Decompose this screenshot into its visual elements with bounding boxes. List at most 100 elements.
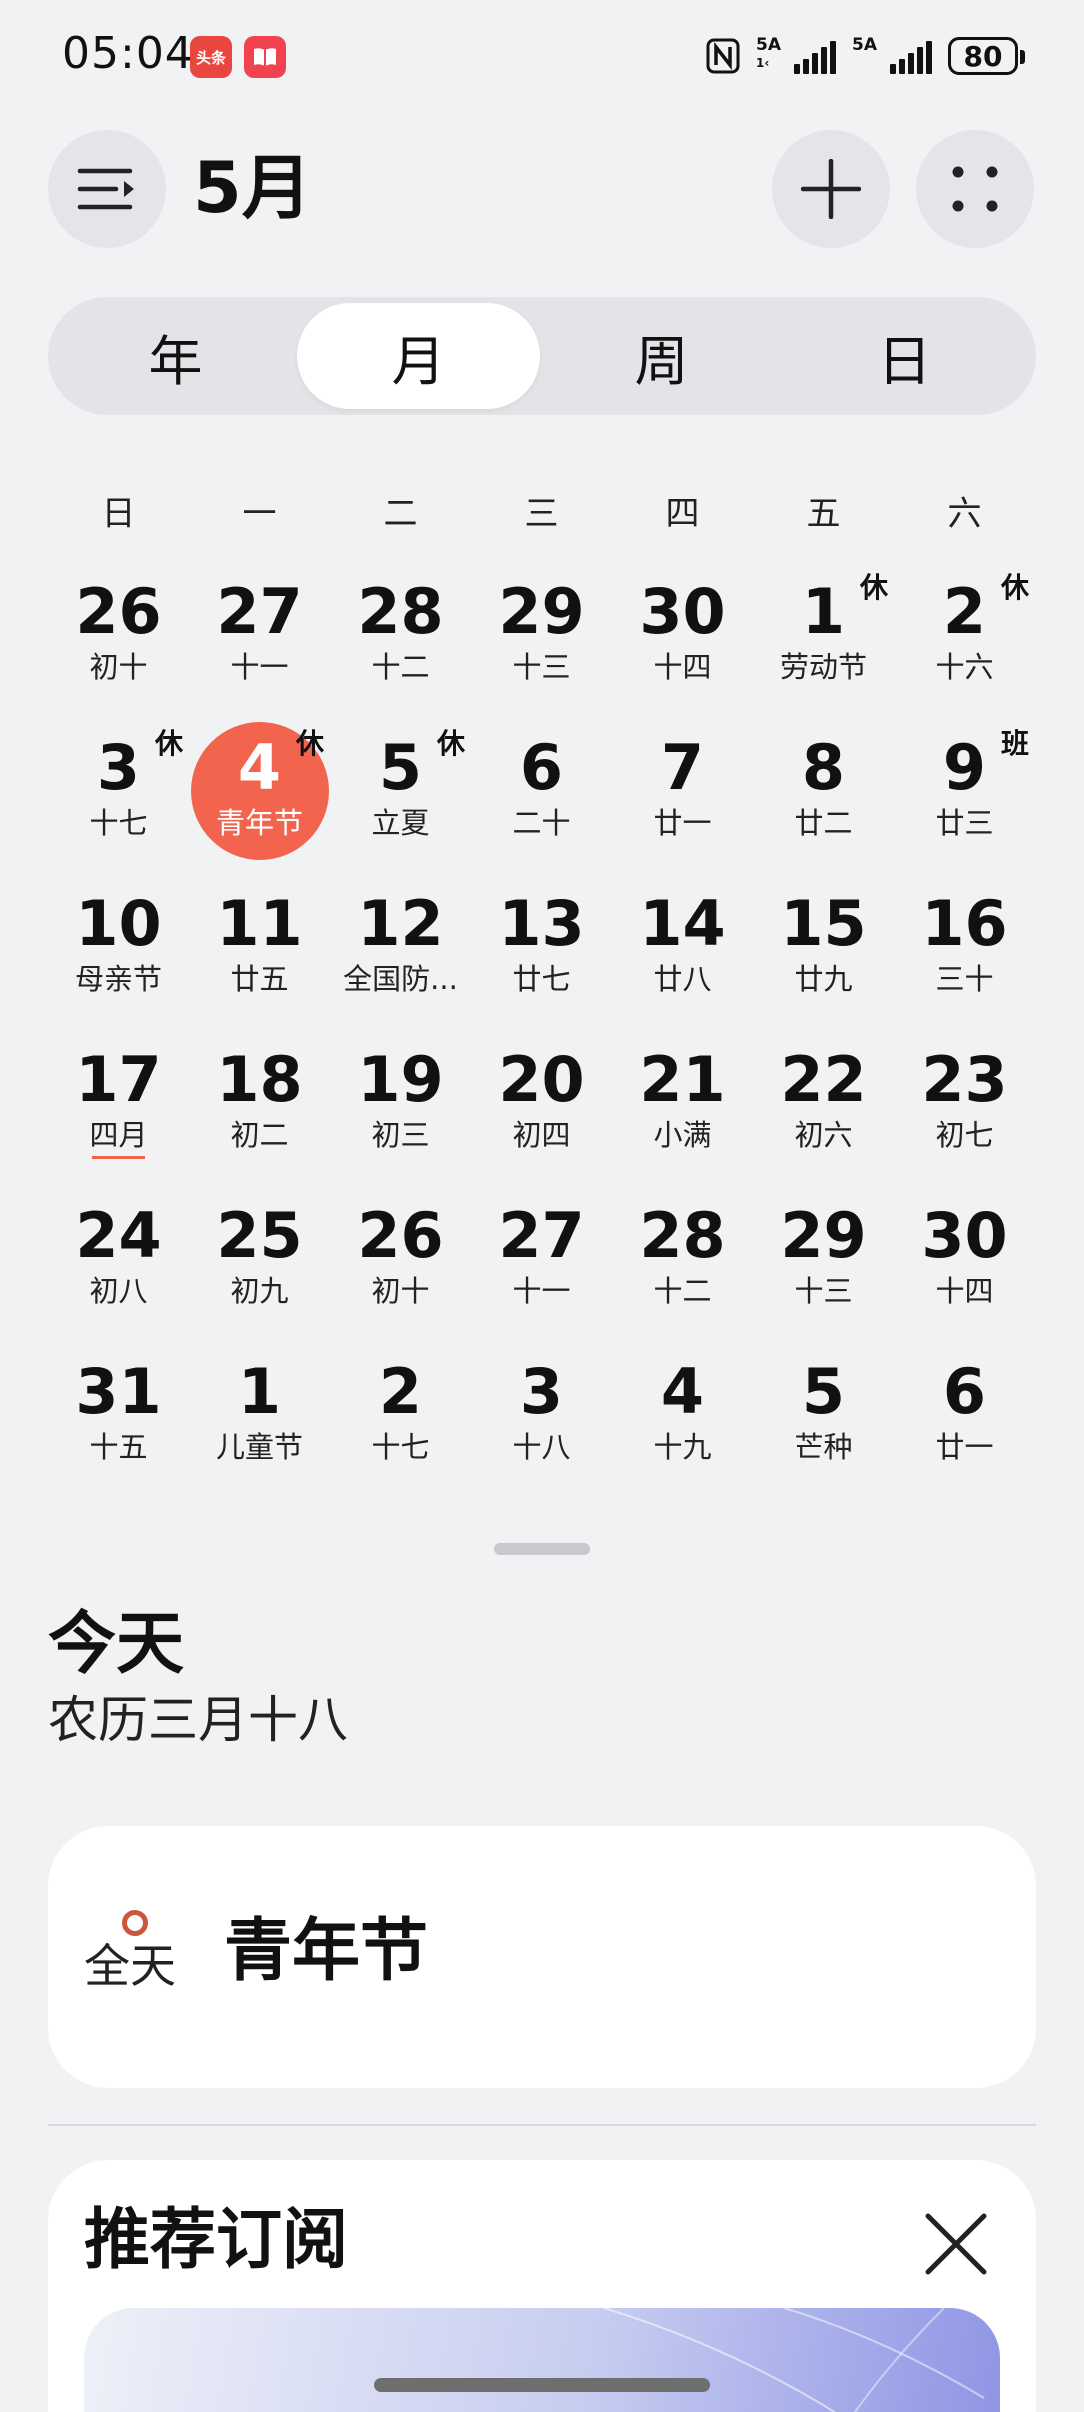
subscription-banner[interactable] [84,2308,1000,2412]
lunar-label: 初四 [512,1118,571,1152]
home-indicator[interactable] [374,2378,710,2392]
four-dots-icon [952,166,998,212]
day-number: 15 [780,887,867,960]
calendar-day[interactable]: 2 十六休 [894,570,1035,726]
calendar-day[interactable]: 28 十二 [612,1194,753,1350]
day-number: 29 [498,575,585,648]
calendar-day[interactable]: 25 初九 [189,1194,330,1350]
calendar-day[interactable]: 13 廿七 [471,882,612,1038]
calendar-day[interactable]: 22 初六 [753,1038,894,1194]
weekday-label: 四 [665,494,700,534]
day-number: 27 [216,575,303,648]
close-subscription-button[interactable] [916,2204,996,2284]
calendar-day[interactable]: 9 廿三班 [894,726,1035,882]
day-number: 25 [216,1199,303,1272]
calendar-day[interactable]: 30 十四 [894,1194,1035,1350]
calendar-day[interactable]: 30 十四 [612,570,753,726]
tab-day[interactable]: 日 [783,303,1026,409]
lunar-label: 廿三 [935,806,994,840]
calendar-day[interactable]: 12 全国防... [330,882,471,1038]
calendar-day[interactable]: 2 十七 [330,1350,471,1506]
calendar-day[interactable]: 11 廿五 [189,882,330,1038]
calendar-day[interactable]: 5 芒种 [753,1350,894,1506]
calendar-day[interactable]: 27 十一 [471,1194,612,1350]
calendar-day[interactable]: 18 初二 [189,1038,330,1194]
section-divider [48,2124,1036,2126]
lunar-label: 三十 [935,962,994,996]
day-number: 20 [498,1043,585,1116]
day-number: 26 [75,575,162,648]
lunar-label: 廿一 [935,1430,994,1464]
calendar-day[interactable]: 23 初七 [894,1038,1035,1194]
tab-week[interactable]: 周 [540,303,783,409]
calendar-day[interactable]: 4 十九 [612,1350,753,1506]
day-number: 30 [639,575,726,648]
calendar-day[interactable]: 24 初八 [48,1194,189,1350]
lunar-label: 初七 [935,1118,994,1152]
lunar-label: 廿八 [653,962,712,996]
calendar-day[interactable]: 10 母亲节 [48,882,189,1038]
calendar-day[interactable]: 16 三十 [894,882,1035,1038]
lunar-label: 十二 [653,1274,712,1308]
lunar-label: 廿九 [794,962,853,996]
day-number: 23 [921,1043,1008,1116]
calendar-day[interactable]: 27 十一 [189,570,330,726]
lunar-label: 廿五 [230,962,289,996]
month-title[interactable]: 5月 [193,146,312,230]
status-indicators: 5A 1‹ 5A 80 [706,34,1025,78]
calendar-day[interactable]: 20 初四 [471,1038,612,1194]
lunar-label: 十三 [794,1274,853,1308]
calendar-day[interactable]: 19 初三 [330,1038,471,1194]
calendar-day[interactable]: 29 十三 [753,1194,894,1350]
drag-handle[interactable] [494,1543,590,1555]
calendar-day[interactable]: 17 四月 [48,1038,189,1194]
battery-icon: 80 [948,37,1025,75]
signal-strength-sim1-icon: 5A 1‹ [756,36,836,74]
lunar-label: 母亲节 [74,962,162,996]
day-number: 3 [519,1355,564,1428]
calendar-day[interactable]: 7 廿一 [612,726,753,882]
today-heading: 今天 [48,1605,185,1684]
more-options-button[interactable] [916,130,1034,248]
event-card[interactable] [48,1826,1036,2088]
day-number: 28 [639,1199,726,1272]
calendar-day[interactable]: 26 初十 [48,570,189,726]
calendar-day[interactable]: 21 小满 [612,1038,753,1194]
lunar-label: 初二 [230,1118,289,1152]
lunar-label: 青年节 [215,806,303,840]
menu-expand-icon [77,168,134,210]
day-number: 1 [237,1355,282,1428]
lunar-label: 四月 [89,1118,148,1152]
lunar-label: 十九 [653,1430,712,1464]
calendar-day[interactable]: 6 廿一 [894,1350,1035,1506]
calendar-day[interactable]: 1 劳动节休 [753,570,894,726]
calendar-day[interactable]: 5 立夏休 [330,726,471,882]
day-number: 8 [801,731,846,804]
lunar-label: 儿童节 [215,1430,303,1464]
calendar-day[interactable]: 31 十五 [48,1350,189,1506]
calendar-day[interactable]: 8 廿二 [753,726,894,882]
lunar-label: 十三 [512,650,571,684]
add-event-button[interactable] [772,130,890,248]
calendar-day[interactable]: 3 十七休 [48,726,189,882]
day-number: 22 [780,1043,867,1116]
calendar-day[interactable]: 1 儿童节 [189,1350,330,1506]
calendar-day[interactable]: 3 十八 [471,1350,612,1506]
tab-month[interactable]: 月 [297,303,540,409]
holiday-tag: 休 [154,727,183,760]
lunar-label: 二十 [512,806,571,840]
lunar-label: 十一 [512,1274,571,1308]
menu-button[interactable] [48,130,166,248]
calendar-day[interactable]: 6 二十 [471,726,612,882]
calendar-day-today[interactable]: 4 青年节休 [189,722,330,882]
calendar-day[interactable]: 14 廿八 [612,882,753,1038]
tab-year[interactable]: 年 [54,303,297,409]
calendar-day[interactable]: 15 廿九 [753,882,894,1038]
day-number: 16 [921,887,1008,960]
lunar-label: 廿二 [794,806,853,840]
calendar-day[interactable]: 28 十二 [330,570,471,726]
lunar-label: 十六 [935,650,994,684]
calendar-day[interactable]: 26 初十 [330,1194,471,1350]
day-number: 18 [216,1043,303,1116]
calendar-day[interactable]: 29 十三 [471,570,612,726]
